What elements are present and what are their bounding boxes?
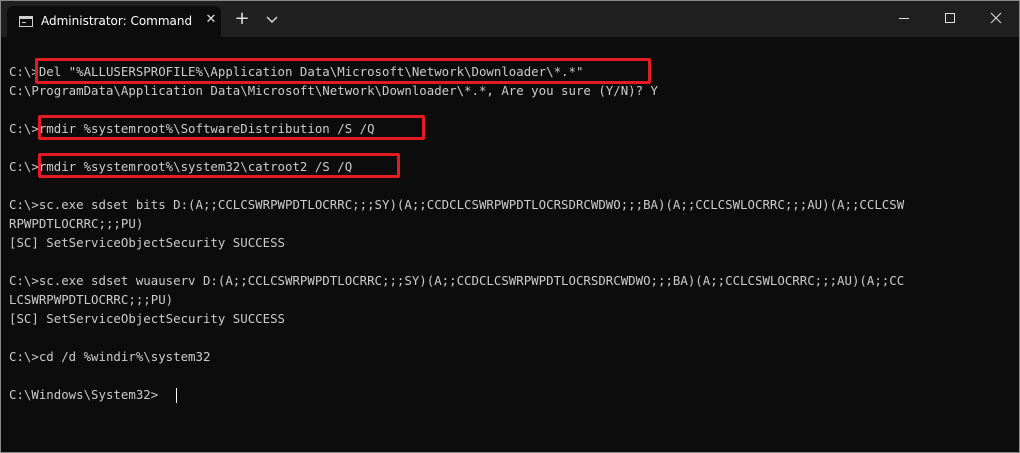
minimize-button[interactable] — [881, 1, 927, 37]
dropdown-button[interactable] — [265, 12, 279, 26]
console-line: [SC] SetServiceObjectSecurity SUCCESS — [9, 235, 286, 250]
new-tab-button[interactable]: + — [233, 10, 251, 28]
maximize-icon — [945, 13, 955, 23]
title-bar: Administrator: Command Promp ✕ + — [1, 1, 1019, 37]
console-line: C:\>sc.exe sdset wuauserv D:(A;;CCLCSWRP… — [9, 273, 905, 288]
minimize-icon — [899, 18, 909, 19]
close-button[interactable] — [973, 1, 1019, 37]
console-line: C:\>sc.exe sdset bits D:(A;;CCLCSWRPWPDT… — [9, 197, 905, 212]
console-line: RPWPDTLOCRRC;;;PU) — [9, 216, 144, 231]
terminal-window: Administrator: Command Promp ✕ + — [0, 0, 1020, 453]
tab-title: Administrator: Command Promp — [41, 14, 193, 28]
console-line: C:\Windows\System32> — [9, 387, 159, 402]
highlight-box-rmdir-softwaredistribution — [38, 115, 425, 140]
console-output[interactable]: C:\>Del "%ALLUSERSPROFILE%\Application D… — [1, 37, 1019, 452]
text-cursor — [176, 388, 177, 403]
console-line: C:\>cd /d %windir%\system32 — [9, 349, 211, 364]
maximize-button[interactable] — [927, 1, 973, 37]
chevron-down-icon — [266, 16, 278, 23]
console-line: LCSWRPWPDTLOCRRC;;;PU) — [9, 292, 174, 307]
console-line: [SC] SetServiceObjectSecurity SUCCESS — [9, 311, 286, 326]
command-prompt-icon — [19, 16, 33, 27]
close-icon — [990, 12, 1002, 24]
tab-close-button[interactable]: ✕ — [203, 12, 219, 28]
tab-command-prompt[interactable]: Administrator: Command Promp ✕ — [7, 6, 221, 37]
highlight-box-rmdir-catroot2 — [38, 153, 400, 178]
highlight-box-del-command — [35, 58, 651, 84]
